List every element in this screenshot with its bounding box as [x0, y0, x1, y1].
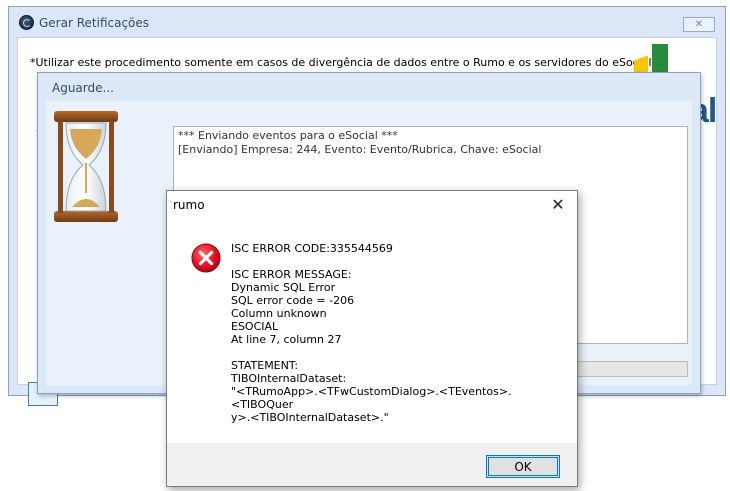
instruction-text: *Utilizar este procedimento somente em c…	[30, 56, 652, 69]
log-line: *** Enviando eventos para o eSocial ***	[178, 129, 398, 142]
hourglass-icon	[54, 111, 118, 222]
retificacoes-titlebar[interactable]: Gerar Retificações ✕	[9, 7, 725, 37]
rumo-app-icon	[19, 15, 34, 30]
close-icon: ✕	[694, 19, 704, 30]
wait-window-title: Aguarde...	[52, 81, 114, 95]
dialog-close-button[interactable]: ✕	[545, 193, 571, 215]
error-message: ISC ERROR CODE:335544569 ISC ERROR MESSA…	[231, 242, 512, 424]
error-dialog: rumo ✕ ISC ERROR CODE:335544569 ISC ERRO…	[166, 190, 578, 487]
close-button[interactable]: ✕	[683, 17, 715, 32]
ok-button[interactable]: OK	[486, 455, 560, 478]
ok-button-label: OK	[514, 459, 532, 474]
error-icon	[191, 243, 221, 273]
log-line: [Enviando] Empresa: 244, Evento: Evento/…	[178, 143, 542, 156]
close-icon: ✕	[551, 194, 565, 214]
retificacoes-title: Gerar Retificações	[39, 16, 150, 30]
error-dialog-title: rumo	[173, 198, 205, 212]
